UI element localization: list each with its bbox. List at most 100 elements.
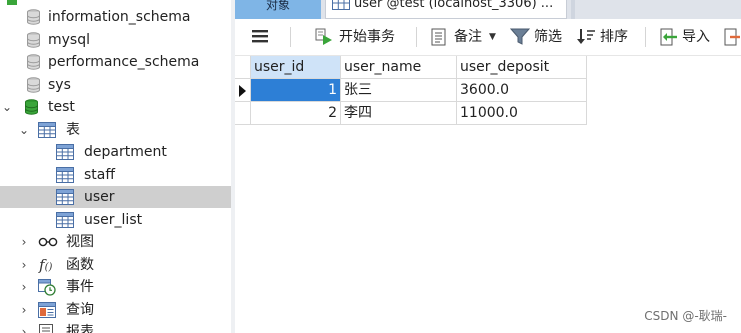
database-icon [27, 54, 40, 70]
table-cell[interactable]: 2 [251, 102, 341, 125]
cell-value: 李四 [344, 105, 372, 121]
tab-user-table[interactable]: user @test (localhost_3306) ... [325, 0, 567, 19]
table-cell[interactable]: 11000.0 [457, 102, 587, 125]
begin-transaction-label: 开始事务 [339, 29, 395, 45]
import-icon [660, 28, 677, 46]
column-header-user-id[interactable]: user_id [251, 56, 341, 79]
database-icon [27, 32, 40, 48]
begin-transaction-icon [315, 28, 332, 45]
database-icon [27, 9, 40, 25]
chevron-right-icon[interactable]: › [18, 299, 30, 321]
events-icon [38, 279, 56, 296]
table-icon [56, 212, 74, 228]
tree-item-mysql[interactable]: mysql [0, 29, 231, 51]
tab-label: user @test (localhost_3306) ... [354, 0, 554, 11]
import-label: 导入 [682, 29, 710, 45]
tree-item-label: user_list [84, 212, 143, 228]
memo-button[interactable]: 备注 ▼ [430, 19, 500, 55]
watermark: CSDN @-耿瑞- [644, 309, 727, 323]
tree-item-label: 函数 [66, 257, 94, 273]
dropdown-arrow-icon[interactable]: ▼ [489, 19, 496, 55]
tree-item-label: department [84, 144, 167, 160]
chevron-right-icon[interactable]: › [18, 321, 30, 333]
tree-item-label: test [48, 99, 75, 115]
tab-objects[interactable]: 对象 [235, 0, 321, 19]
sort-label: 排序 [600, 29, 628, 45]
column-header-label: user_id [254, 59, 305, 75]
cell-value: 张三 [344, 82, 372, 98]
cell-value: 3600.0 [460, 82, 509, 98]
table-cell[interactable]: 张三 [341, 79, 457, 102]
database-icon [27, 77, 40, 93]
toolbar-separator [645, 27, 646, 47]
tree-item-label: staff [84, 167, 116, 183]
table-cell[interactable]: 李四 [341, 102, 457, 125]
toolbar-separator [290, 27, 291, 47]
tab-strip-divider [571, 0, 575, 19]
row-indicator[interactable] [235, 102, 251, 125]
tree-item-department[interactable]: department [0, 141, 231, 163]
database-active-icon [25, 99, 38, 115]
tree-item-label: mysql [48, 32, 90, 48]
hamburger-menu-icon [252, 30, 268, 43]
table-cell[interactable]: 1 [251, 79, 341, 102]
tree-item-label: 报表 [66, 324, 94, 333]
tree-item-queries[interactable]: › 查询 [0, 299, 231, 321]
tree-item-test[interactable]: ⌄ test [0, 96, 231, 118]
export-icon [724, 28, 740, 46]
tab-label: 对象 [265, 0, 290, 12]
tree-item-views[interactable]: › 视图 [0, 231, 231, 253]
export-button[interactable] [724, 19, 741, 55]
filter-button[interactable]: 筛选 [510, 19, 570, 55]
import-button[interactable]: 导入 [658, 19, 718, 55]
tree-item-staff[interactable]: staff [0, 164, 231, 186]
chevron-right-icon[interactable]: › [18, 231, 30, 253]
cell-value: 2 [328, 105, 337, 121]
table-icon [56, 167, 74, 183]
tree-item-information-schema[interactable]: information_schema [0, 6, 231, 28]
tree-item-performance-schema[interactable]: performance_schema [0, 51, 231, 73]
tree-item-label: 事件 [66, 279, 94, 295]
sort-button[interactable]: 排序 [576, 19, 636, 55]
tab-bar: 对象 user @test (localhost_3306) ... [235, 0, 741, 19]
tree-item-user-list[interactable]: user_list [0, 209, 231, 231]
table-icon [56, 144, 74, 160]
table-icon [56, 189, 74, 205]
cell-value: 11000.0 [460, 105, 518, 121]
reports-icon [39, 324, 53, 333]
begin-transaction-button[interactable]: 开始事务 [315, 19, 405, 55]
column-header-label: user_deposit [460, 59, 550, 75]
chevron-down-icon[interactable]: ⌄ [18, 119, 30, 141]
tables-folder-icon [38, 122, 56, 138]
tree-item-label: 查询 [66, 302, 94, 318]
column-header-user-deposit[interactable]: user_deposit [457, 56, 587, 79]
table-cell[interactable]: 3600.0 [457, 79, 587, 102]
toolbar: 开始事务 备注 ▼ 筛选 排序 导入 [235, 19, 741, 56]
chevron-down-icon[interactable]: ⌄ [1, 96, 13, 118]
memo-icon [431, 28, 446, 46]
tree-item-events[interactable]: › 事件 [0, 276, 231, 298]
tree-item-label: sys [48, 77, 71, 93]
column-header-label: user_name [344, 59, 422, 75]
table-icon [332, 0, 350, 10]
row-indicator[interactable] [235, 79, 251, 102]
tree-item-label: 表 [66, 122, 80, 138]
sort-icon [577, 29, 595, 44]
menu-button[interactable] [251, 19, 271, 55]
toolbar-separator [416, 27, 417, 47]
cell-value: 1 [328, 82, 337, 98]
tree-item-reports[interactable]: › 报表 [0, 321, 231, 333]
tree-item-label: information_schema [48, 9, 191, 25]
tree-item-tables[interactable]: ⌄ 表 [0, 119, 231, 141]
filter-label: 筛选 [534, 29, 562, 45]
tree-item-sys[interactable]: sys [0, 74, 231, 96]
tree-item-label: user [84, 189, 115, 205]
chevron-right-icon[interactable]: › [18, 276, 30, 298]
views-icon [38, 237, 58, 247]
chevron-right-icon[interactable]: › [18, 254, 30, 276]
column-header-user-name[interactable]: user_name [341, 56, 457, 79]
queries-icon [38, 302, 56, 318]
tree-item-functions[interactable]: › f() 函数 [0, 254, 231, 276]
tree-item-user[interactable]: user [0, 186, 231, 208]
tree-item-label: 视图 [66, 234, 94, 250]
